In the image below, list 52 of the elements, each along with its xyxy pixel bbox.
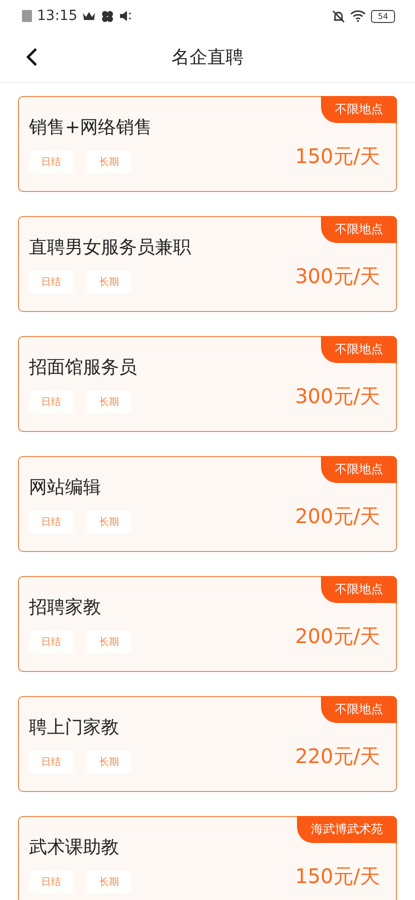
job-card[interactable]: 不限地点 招面馆服务员 日结 长期 300元/天 <box>18 336 397 432</box>
job-tag: 日结 <box>29 631 73 653</box>
job-tag: 日结 <box>29 391 73 413</box>
job-card[interactable]: 不限地点 直聘男女服务员兼职 日结 长期 300元/天 <box>18 216 397 312</box>
job-tag: 长期 <box>87 391 131 413</box>
job-tag: 长期 <box>87 511 131 533</box>
job-card[interactable]: 不限地点 招聘家教 日结 长期 200元/天 <box>18 576 397 672</box>
job-tag: 长期 <box>87 631 131 653</box>
salary: 300元/天 <box>295 262 380 290</box>
job-tag: 日结 <box>29 151 73 173</box>
salary: 300元/天 <box>295 382 380 410</box>
page-title: 名企直聘 <box>172 46 244 69</box>
job-card[interactable]: 不限地点 聘上门家教 日结 长期 220元/天 <box>18 696 397 792</box>
location-badge: 不限地点 <box>321 576 397 603</box>
salary: 200元/天 <box>295 622 380 650</box>
location-badge: 不限地点 <box>321 456 397 483</box>
status-time: 13:15 <box>37 8 78 24</box>
job-title: 直聘男女服务员兼职 <box>29 236 192 259</box>
back-icon[interactable] <box>24 47 40 67</box>
job-tag: 日结 <box>29 511 73 533</box>
job-title: 武术课助教 <box>29 836 120 859</box>
job-card[interactable]: 海武博武术苑 武术课助教 日结 长期 150元/天 <box>18 816 397 900</box>
job-card[interactable]: 不限地点 销售+网络销售 日结 长期 150元/天 <box>18 96 397 192</box>
speaker-icon <box>119 10 134 22</box>
salary: 200元/天 <box>295 502 380 530</box>
job-title: 网站编辑 <box>29 476 102 499</box>
job-title: 招面馆服务员 <box>29 356 138 379</box>
job-tag: 长期 <box>87 871 131 893</box>
salary: 220元/天 <box>295 742 380 770</box>
wifi-icon <box>350 10 366 22</box>
location-badge: 不限地点 <box>321 696 397 723</box>
location-badge: 不限地点 <box>321 216 397 243</box>
sim-icon <box>22 10 32 22</box>
job-tag: 日结 <box>29 751 73 773</box>
job-title: 招聘家教 <box>29 596 102 619</box>
location-badge: 不限地点 <box>321 96 397 123</box>
job-title: 销售+网络销售 <box>29 116 154 139</box>
salary: 150元/天 <box>295 862 380 890</box>
job-tag: 长期 <box>87 151 131 173</box>
job-tag: 日结 <box>29 271 73 293</box>
crown-icon <box>82 10 96 22</box>
job-tag: 长期 <box>87 271 131 293</box>
battery-icon: 54 <box>371 10 395 22</box>
job-tag: 长期 <box>87 751 131 773</box>
job-card[interactable]: 不限地点 网站编辑 日结 长期 200元/天 <box>18 456 397 552</box>
salary: 150元/天 <box>295 142 380 170</box>
bell-muted-icon <box>332 10 345 22</box>
location-badge: 海武博武术苑 <box>297 816 397 843</box>
job-tag: 日结 <box>29 871 73 893</box>
job-title: 聘上门家教 <box>29 716 120 739</box>
location-badge: 不限地点 <box>321 336 397 363</box>
fan-icon <box>101 10 114 22</box>
